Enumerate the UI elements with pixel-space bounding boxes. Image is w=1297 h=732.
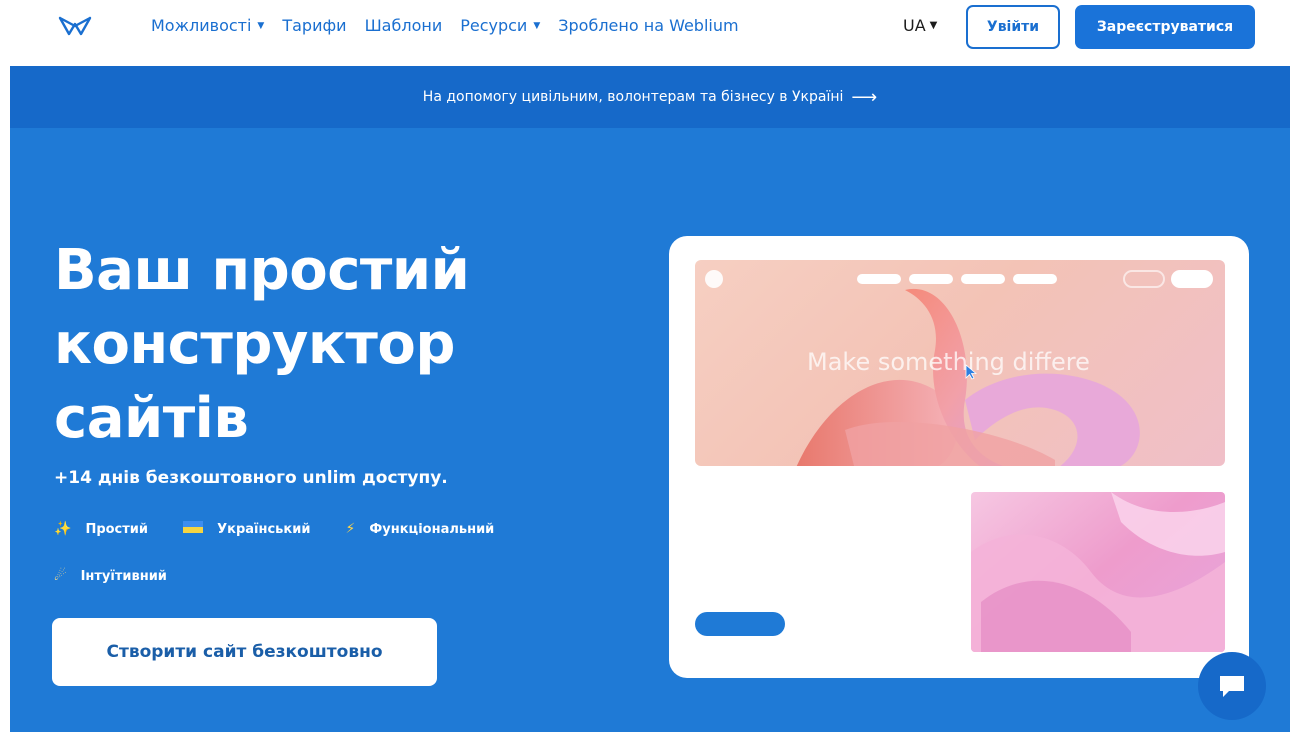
menu-item-templates[interactable]: Шаблони xyxy=(365,16,443,35)
hero-title-line: конструктор xyxy=(54,312,455,377)
feature-intuitive: ☄ Інтуїтивний xyxy=(54,568,167,584)
feature-label: Інтуїтивний xyxy=(80,568,167,584)
mockup-hero-image: Make something differe xyxy=(695,260,1225,466)
mockup-secondary-image xyxy=(971,492,1225,652)
ukraine-flag-icon xyxy=(183,521,204,537)
language-selector[interactable]: UA ▼ xyxy=(903,16,937,35)
ukraine-support-banner[interactable]: На допомогу цивільним, волонтерам та біз… xyxy=(10,66,1290,128)
cursor-icon xyxy=(965,364,977,380)
hero-subtitle: +14 днів безкоштовного unlim доступу. xyxy=(54,468,448,488)
chat-bubble-icon xyxy=(1220,676,1244,697)
chevron-down-icon: ▼ xyxy=(929,20,938,31)
feature-list: ✨ Простий Український ⚡ Функціональний ☄… xyxy=(54,518,574,612)
menu-item-label: Ресурси xyxy=(460,16,528,35)
website-preview-mockup: Make something differe xyxy=(669,236,1249,678)
abstract-pink-shape-image xyxy=(971,492,1225,652)
feature-ukrainian: Український xyxy=(183,521,310,537)
sparkles-icon: ✨ xyxy=(54,521,72,537)
menu-item-resources[interactable]: Ресурси ▼ xyxy=(460,16,540,35)
mockup-nav-button-outline xyxy=(1123,270,1165,288)
mockup-nav-line xyxy=(961,274,1005,284)
mockup-nav-line xyxy=(1013,274,1057,284)
mockup-logo-dot xyxy=(705,270,723,288)
create-site-button[interactable]: Створити сайт безкоштовно xyxy=(52,618,437,686)
language-label: UA xyxy=(903,16,926,35)
hero-section: Ваш простий конструктор сайтів +14 днів … xyxy=(10,128,1290,732)
feature-label: Український xyxy=(217,521,311,537)
mockup-heading: Make something differe xyxy=(807,348,1090,376)
mockup-nav-line xyxy=(909,274,953,284)
main-menu: Можливості ▼ Тарифи Шаблони Ресурси ▼ Зр… xyxy=(151,16,757,35)
feature-functional: ⚡ Функціональний xyxy=(346,521,495,537)
menu-item-made-on-weblium[interactable]: Зроблено на Weblium xyxy=(558,16,738,35)
feature-label: Функціональний xyxy=(369,521,495,537)
chevron-down-icon: ▼ xyxy=(257,20,265,31)
feature-label: Простий xyxy=(85,521,149,537)
chevron-down-icon: ▼ xyxy=(533,20,541,31)
signup-button[interactable]: Зареєструватися xyxy=(1075,5,1255,49)
weblium-logo-icon[interactable] xyxy=(57,12,93,40)
mockup-nav-button xyxy=(1171,270,1213,288)
top-navbar: Можливості ▼ Тарифи Шаблони Ресурси ▼ Зр… xyxy=(0,0,1297,64)
chat-support-button[interactable] xyxy=(1198,652,1266,720)
feature-simple: ✨ Простий xyxy=(54,521,148,537)
menu-item-label: Шаблони xyxy=(364,16,443,35)
hero-title: Ваш простий конструктор сайтів xyxy=(54,234,614,456)
menu-item-features[interactable]: Можливості ▼ xyxy=(151,16,264,35)
comet-icon: ☄ xyxy=(54,568,67,584)
menu-item-label: Тарифи xyxy=(282,16,347,35)
banner-text: На допомогу цивільним, волонтерам та біз… xyxy=(422,89,844,105)
arrow-right-icon: ⟶ xyxy=(851,86,878,108)
menu-item-label: Можливості xyxy=(151,16,252,35)
mockup-button xyxy=(695,612,785,636)
login-button[interactable]: Увійти xyxy=(966,5,1060,49)
hero-title-line: сайтів xyxy=(54,386,249,451)
menu-item-pricing[interactable]: Тарифи xyxy=(282,16,346,35)
lightning-icon: ⚡ xyxy=(345,521,356,537)
mockup-nav-line xyxy=(857,274,901,284)
hero-title-line: Ваш простий xyxy=(54,238,470,303)
menu-item-label: Зроблено на Weblium xyxy=(558,16,739,35)
